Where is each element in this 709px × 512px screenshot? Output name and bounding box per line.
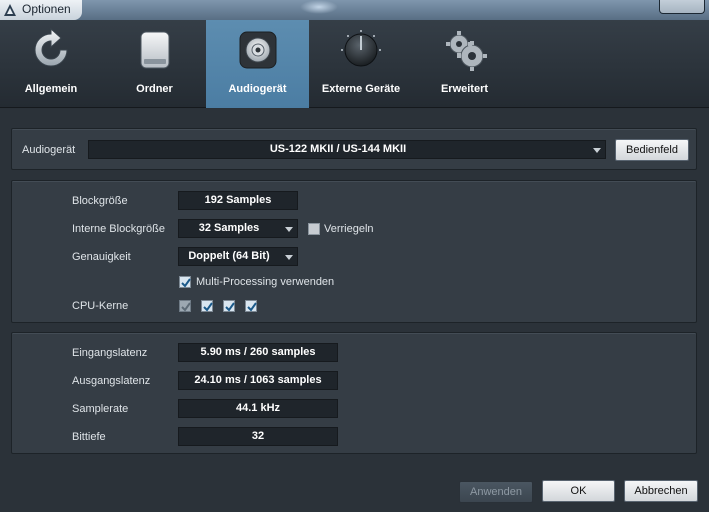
check-icon (181, 278, 191, 288)
device-select-value: US-122 MKII / US-144 MKII (269, 143, 407, 155)
device-select[interactable]: US-122 MKII / US-144 MKII (88, 140, 606, 159)
chevron-down-icon (285, 255, 293, 260)
cpu-cores-label: CPU-Kerne (72, 300, 129, 312)
output-latency-label: Ausgangslatenz (72, 375, 151, 387)
ok-button[interactable]: OK (542, 480, 615, 502)
lock-checkbox[interactable] (308, 223, 320, 235)
precision-value: Doppelt (64 Bit) (188, 250, 270, 262)
check-icon (225, 302, 235, 312)
chevron-down-icon (285, 227, 293, 232)
drive-icon (140, 31, 169, 69)
block-size-field[interactable]: 192 Samples (178, 191, 298, 210)
settings-panel: Blockgröße 192 Samples Interne Blockgröß… (11, 180, 697, 323)
cpu-core-2-checkbox[interactable] (201, 300, 213, 312)
lock-label: Verriegeln (324, 223, 374, 235)
tab-audiogeraet[interactable]: Audiogerät (206, 20, 309, 108)
precision-label: Genauigkeit (72, 251, 131, 263)
internal-block-size-value: 32 Samples (198, 222, 260, 234)
options-toolbar: Allgemein Ordner Audiogerät Externe Gerä… (0, 20, 709, 108)
gears-icon (445, 31, 487, 71)
tab-label: Externe Geräte (321, 83, 401, 95)
window-title: Optionen (22, 2, 71, 16)
title-bar: Optionen (0, 0, 709, 20)
tab-ordner[interactable]: Ordner (103, 20, 206, 108)
control-panel-button[interactable]: Bedienfeld (615, 139, 689, 161)
tab-label: Audiogerät (228, 83, 287, 95)
cpu-core-3-checkbox[interactable] (223, 300, 235, 312)
tab-erweitert[interactable]: Erweitert (413, 20, 516, 108)
window-close-button[interactable] (659, 0, 705, 14)
multiprocessing-checkbox[interactable] (179, 276, 191, 288)
precision-select[interactable]: Doppelt (64 Bit) (178, 247, 298, 266)
device-panel: Audiogerät US-122 MKII / US-144 MKII Bed… (11, 128, 697, 170)
input-latency-label: Eingangslatenz (72, 347, 148, 359)
check-icon (247, 302, 257, 312)
samplerate-label: Samplerate (72, 403, 129, 415)
knob-icon (341, 30, 381, 67)
tab-allgemein[interactable]: Allgemein (0, 20, 102, 108)
app-icon (4, 4, 16, 16)
device-label: Audiogerät (22, 144, 76, 156)
tab-label: Erweitert (440, 83, 489, 95)
speaker-icon (239, 31, 276, 69)
check-icon (181, 302, 191, 312)
block-size-label: Blockgröße (72, 195, 128, 207)
output-latency-field: 24.10 ms / 1063 samples (178, 371, 338, 390)
tab-externe-geraete[interactable]: Externe Geräte (309, 20, 413, 108)
cpu-core-1-checkbox[interactable] (179, 300, 191, 312)
bit-depth-field: 32 (178, 427, 338, 446)
internal-block-size-select[interactable]: 32 Samples (178, 219, 298, 238)
info-panel: Eingangslatenz 5.90 ms / 260 samples Aus… (11, 332, 697, 454)
tab-label: Ordner (136, 83, 173, 95)
chevron-down-icon (593, 148, 601, 153)
cancel-button[interactable]: Abbrechen (624, 480, 698, 502)
cpu-core-4-checkbox[interactable] (245, 300, 257, 312)
apply-button[interactable]: Anwenden (459, 481, 533, 503)
check-icon (203, 302, 213, 312)
multiprocessing-label: Multi-Processing verwenden (196, 276, 335, 288)
content-area: Audiogerät US-122 MKII / US-144 MKII Bed… (0, 109, 709, 512)
samplerate-field: 44.1 kHz (178, 399, 338, 418)
bit-depth-label: Bittiefe (72, 431, 106, 443)
tab-label: Allgemein (24, 83, 78, 95)
title-glow (300, 0, 338, 14)
input-latency-field: 5.90 ms / 260 samples (178, 343, 338, 362)
internal-block-size-label: Interne Blockgröße (72, 223, 165, 235)
refresh-icon (34, 28, 68, 67)
